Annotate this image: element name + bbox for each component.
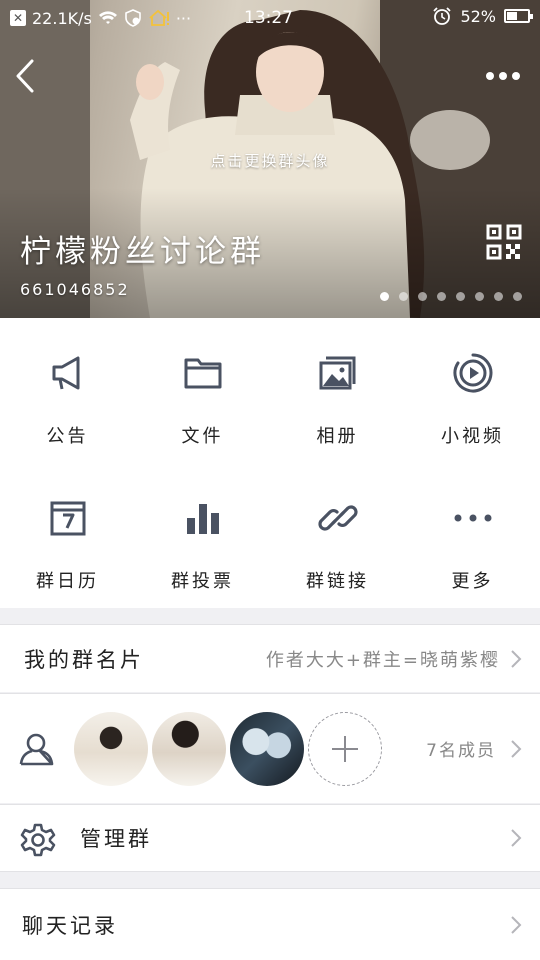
group-id: 661046852 [20, 280, 130, 299]
album-label: 相册 [316, 426, 359, 447]
group-calendar-label: 群日历 [36, 571, 99, 592]
home-warning-icon [149, 9, 169, 26]
album-icon [315, 350, 361, 396]
folder-icon [180, 350, 226, 396]
member-count: 7名成员 [426, 741, 496, 761]
megaphone-icon [45, 350, 91, 396]
my-group-card-label: 我的群名片 [24, 647, 144, 672]
bar-chart-icon [180, 495, 226, 541]
group-vote-label: 群投票 [171, 571, 234, 592]
shield-icon [125, 9, 141, 27]
qr-code-icon[interactable] [486, 224, 522, 260]
carousel-dot [475, 292, 484, 301]
notification-close-icon: ✕ [10, 10, 26, 26]
video-icon [450, 350, 496, 396]
my-group-card-row[interactable]: 我的群名片 作者大大+群主=晓萌紫樱 [0, 624, 540, 692]
group-name: 柠檬粉丝讨论群 [20, 234, 265, 270]
manage-group-label: 管理群 [80, 827, 152, 851]
group-link-label: 群链接 [306, 571, 369, 592]
status-more-icon: ··· [175, 8, 192, 28]
chevron-right-icon [511, 739, 522, 758]
carousel-dot [380, 292, 389, 301]
wifi-icon [98, 11, 117, 24]
plus-icon [332, 736, 358, 762]
change-avatar-hint[interactable]: 点击更换群头像 [0, 150, 540, 171]
carousel-indicator [380, 292, 522, 301]
carousel-dot [456, 292, 465, 301]
feature-grid: 公告 文件 相册 小视频 群日历 群投票 群链接 更多 [0, 318, 540, 608]
more-icon [450, 495, 496, 541]
group-link-button[interactable]: 群链接 [270, 463, 405, 608]
short-video-button[interactable]: 小视频 [405, 318, 540, 463]
group-header[interactable]: ✕ 22.1K/s ··· 13:27 52% 点击更换群头像 柠檬粉丝讨论群 … [0, 0, 540, 318]
chevron-right-icon [511, 915, 522, 934]
member-avatar[interactable] [152, 712, 226, 786]
album-button[interactable]: 相册 [270, 318, 405, 463]
my-group-card-value: 作者大大+群主=晓萌紫樱 [265, 649, 500, 671]
group-members-row[interactable]: 7名成员 [0, 693, 540, 803]
back-arrow-icon[interactable] [12, 58, 38, 94]
group-vote-button[interactable]: 群投票 [135, 463, 270, 608]
chat-history-label: 聊天记录 [22, 913, 118, 938]
manage-group-row[interactable]: 管理群 [0, 804, 540, 872]
short-video-label: 小视频 [441, 426, 504, 447]
chevron-right-icon [511, 649, 522, 668]
clock: 13:27 [244, 8, 293, 28]
members-icon [19, 733, 54, 766]
files-button[interactable]: 文件 [135, 318, 270, 463]
gear-icon [20, 823, 56, 857]
announcement-button[interactable]: 公告 [0, 318, 135, 463]
alarm-icon [433, 7, 452, 25]
network-speed: 22.1K/s [32, 8, 92, 28]
carousel-dot [437, 292, 446, 301]
carousel-dot [494, 292, 503, 301]
link-icon [315, 495, 361, 541]
member-avatar[interactable] [74, 712, 148, 786]
battery-icon [504, 9, 533, 23]
announcement-label: 公告 [46, 426, 89, 447]
more-options-icon[interactable] [486, 66, 526, 86]
battery-percent: 52% [460, 6, 496, 26]
carousel-dot [418, 292, 427, 301]
chat-history-row[interactable]: 聊天记录 [0, 888, 540, 960]
group-calendar-button[interactable]: 群日历 [0, 463, 135, 608]
more-features-label: 更多 [451, 571, 494, 592]
calendar-icon [45, 495, 91, 541]
member-avatar[interactable] [230, 712, 304, 786]
files-label: 文件 [181, 426, 224, 447]
chevron-right-icon [511, 829, 522, 847]
carousel-dot [399, 292, 408, 301]
carousel-dot [513, 292, 522, 301]
status-bar: ✕ 22.1K/s ··· 13:27 52% [0, 0, 540, 36]
more-features-button[interactable]: 更多 [405, 463, 540, 608]
add-member-button[interactable] [308, 712, 382, 786]
